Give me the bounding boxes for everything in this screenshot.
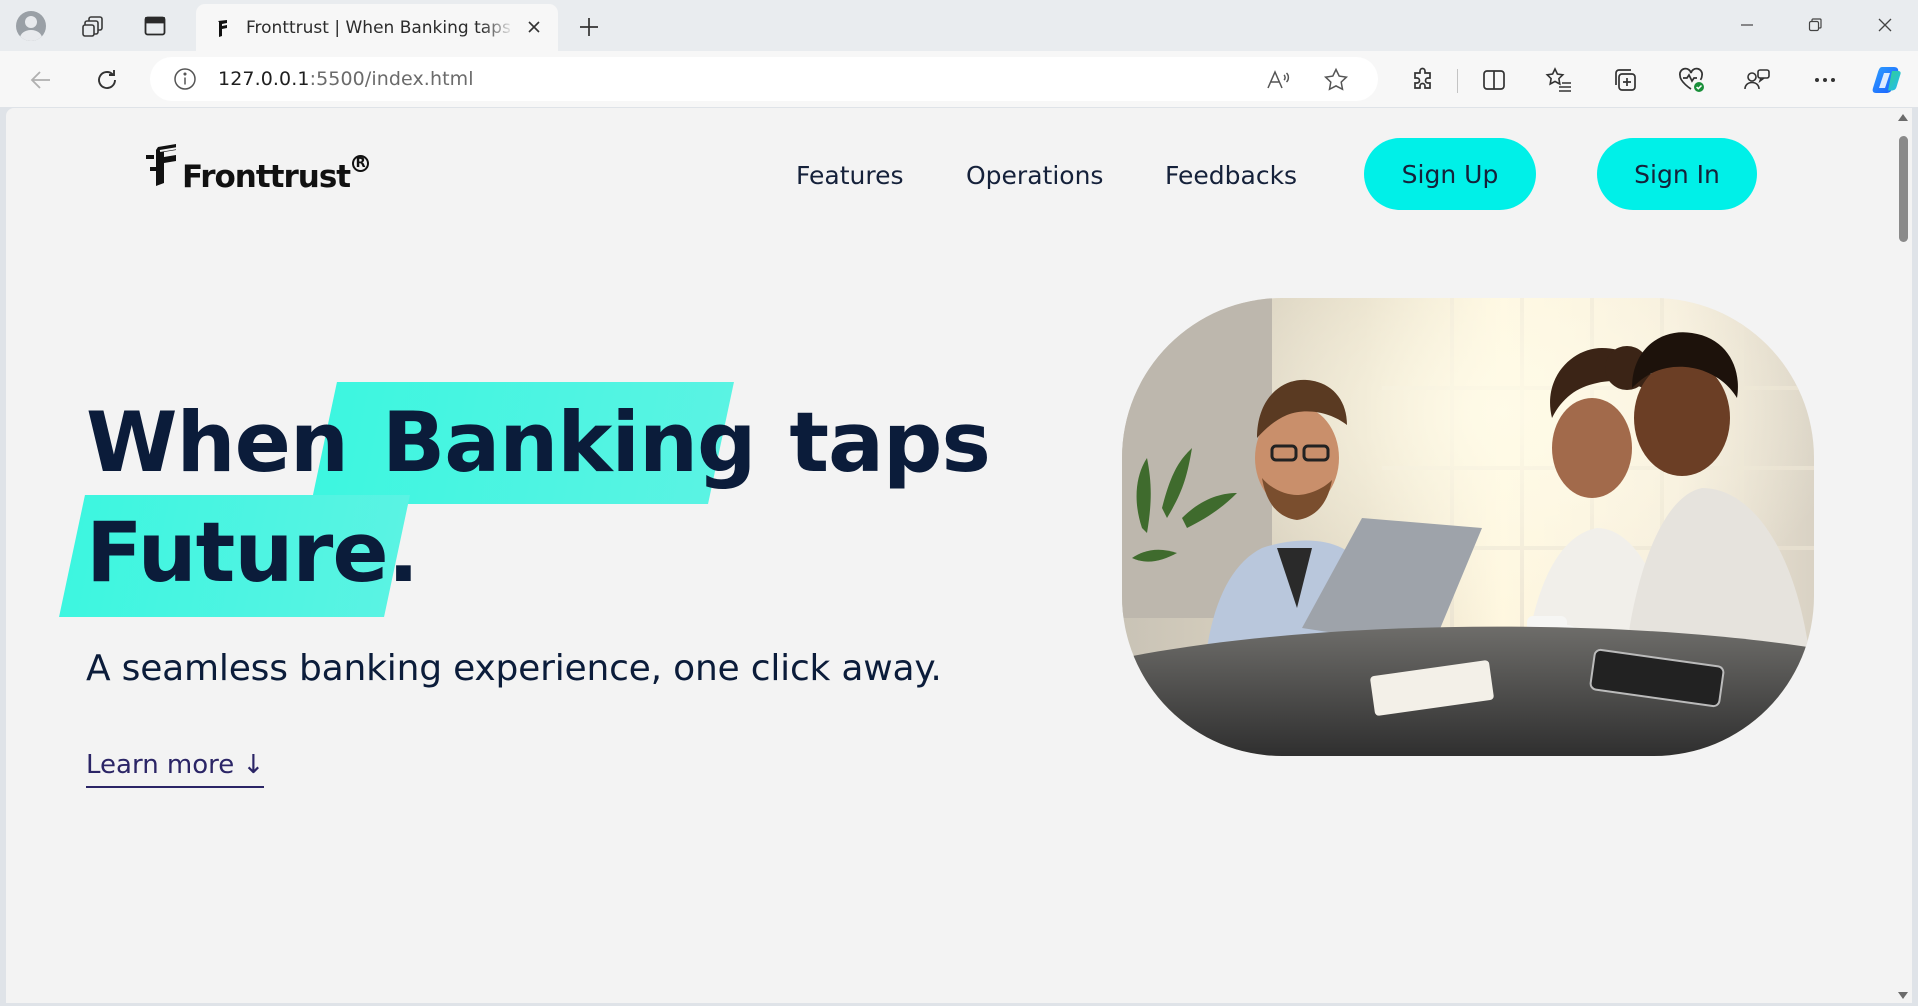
page-scrollbar[interactable] bbox=[1894, 108, 1912, 1003]
nav-operations-link[interactable]: Operations bbox=[966, 161, 1103, 190]
address-bar[interactable]: 127.0.0.1:5500/index.html bbox=[150, 57, 1378, 101]
scroll-down-arrow-icon[interactable] bbox=[1898, 992, 1908, 999]
tab-title: Fronttrust | When Banking taps Future. bbox=[246, 17, 514, 38]
favorite-star-icon[interactable] bbox=[1320, 64, 1352, 96]
nav-feedbacks-link[interactable]: Feedbacks bbox=[1165, 161, 1297, 190]
vertical-tabs-icon[interactable] bbox=[138, 9, 172, 43]
browser-title-bar: Fronttrust | When Banking taps Future. bbox=[0, 0, 1918, 51]
hero-word-when: When bbox=[86, 394, 349, 491]
split-screen-icon[interactable] bbox=[1475, 61, 1513, 99]
restore-icon[interactable] bbox=[1792, 8, 1838, 42]
site-favicon-icon bbox=[212, 18, 232, 38]
hero-subtitle: A seamless banking experience, one click… bbox=[86, 648, 942, 689]
sign-in-button[interactable]: Sign In bbox=[1597, 138, 1757, 210]
hero-photo bbox=[1122, 298, 1814, 756]
copilot-icon[interactable] bbox=[1868, 61, 1906, 99]
scroll-up-arrow-icon[interactable] bbox=[1898, 114, 1908, 121]
nav-features[interactable]: Features bbox=[796, 138, 904, 212]
brand-logo[interactable]: Fronttrust R bbox=[144, 143, 370, 203]
hero-word-taps: taps bbox=[789, 394, 991, 491]
url-text[interactable]: 127.0.0.1:5500/index.html bbox=[218, 68, 474, 90]
new-tab-icon[interactable] bbox=[572, 10, 606, 44]
read-aloud-icon[interactable] bbox=[1262, 64, 1294, 96]
scroll-thumb[interactable] bbox=[1899, 136, 1908, 242]
hero-word-future: Future. bbox=[86, 504, 419, 601]
feedback-people-icon[interactable] bbox=[1738, 61, 1776, 99]
workspaces-icon[interactable] bbox=[76, 9, 110, 43]
site-info-icon[interactable] bbox=[172, 66, 198, 92]
browser-tab-active[interactable]: Fronttrust | When Banking taps Future. bbox=[196, 4, 558, 51]
minimize-icon[interactable] bbox=[1724, 8, 1770, 42]
page-viewport: Fronttrust R Features Operations Feedbac… bbox=[6, 108, 1894, 1003]
nav-operations[interactable]: Operations bbox=[966, 138, 1103, 212]
back-arrow-icon[interactable] bbox=[22, 61, 60, 99]
favorites-list-icon[interactable] bbox=[1540, 61, 1578, 99]
more-options-icon[interactable] bbox=[1806, 61, 1844, 99]
nav-feedbacks[interactable]: Feedbacks bbox=[1165, 138, 1297, 212]
registered-mark: R bbox=[352, 155, 370, 172]
sign-up-button[interactable]: Sign Up bbox=[1364, 138, 1536, 210]
reload-icon[interactable] bbox=[88, 61, 126, 99]
hero-word-banking: Banking bbox=[381, 394, 757, 491]
brand-mark-icon bbox=[146, 144, 179, 186]
browser-essentials-icon[interactable] bbox=[1672, 61, 1710, 99]
learn-more-link[interactable]: Learn more ↓ bbox=[86, 750, 265, 788]
collections-icon[interactable] bbox=[1606, 61, 1644, 99]
browser-toolbar: 127.0.0.1:5500/index.html bbox=[0, 51, 1918, 107]
brand-name: Fronttrust bbox=[182, 159, 351, 195]
close-window-icon[interactable] bbox=[1862, 8, 1908, 42]
extensions-icon[interactable] bbox=[1404, 61, 1442, 99]
hero-title: When Banking taps Future. bbox=[86, 388, 991, 608]
profile-avatar-icon[interactable] bbox=[14, 9, 48, 43]
toolbar-separator bbox=[1457, 69, 1458, 93]
tab-close-icon[interactable] bbox=[524, 17, 544, 37]
nav-features-link[interactable]: Features bbox=[796, 161, 904, 190]
